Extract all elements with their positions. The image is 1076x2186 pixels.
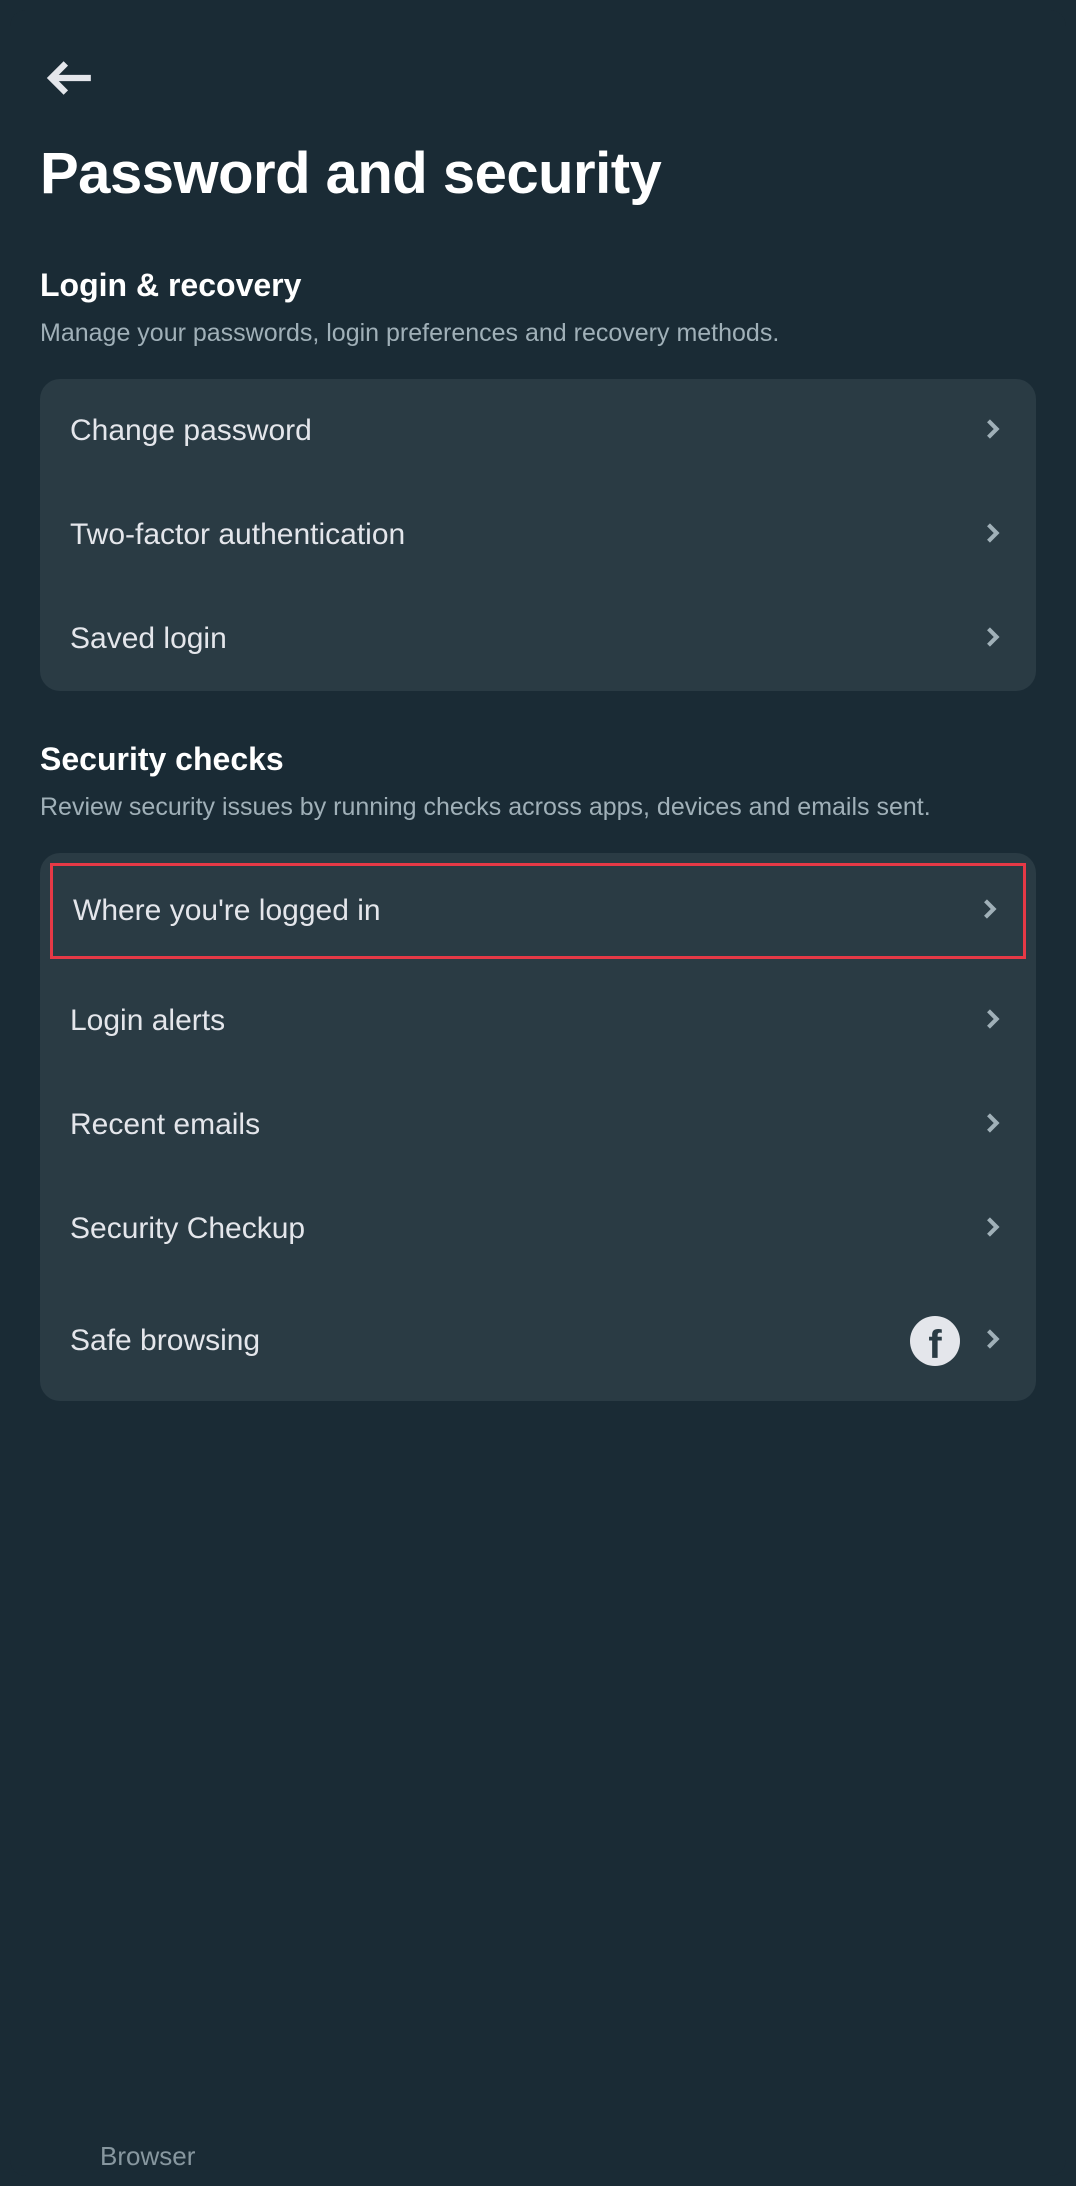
login-recovery-card: Change password Two-factor authenticatio…: [40, 379, 1036, 691]
chevron-right-icon: [975, 895, 1003, 928]
list-item-label: Security Checkup: [70, 1212, 305, 1246]
chevron-right-icon: [978, 1109, 1006, 1142]
item-recent-emails[interactable]: Recent emails: [40, 1073, 1036, 1177]
section-title: Security checks: [40, 741, 1036, 778]
list-item-label: Two-factor authentication: [70, 518, 405, 552]
item-login-alerts[interactable]: Login alerts: [40, 969, 1036, 1073]
list-item-label: Saved login: [70, 622, 227, 656]
item-change-password[interactable]: Change password: [40, 379, 1036, 483]
item-security-checkup[interactable]: Security Checkup: [40, 1177, 1036, 1281]
back-button[interactable]: [40, 50, 100, 110]
arrow-left-icon: [45, 53, 95, 108]
item-safe-browsing[interactable]: Safe browsing: [40, 1281, 1036, 1401]
list-item-label: Where you're logged in: [73, 894, 381, 928]
chevron-right-icon: [978, 519, 1006, 552]
list-item-label: Login alerts: [70, 1004, 225, 1038]
bottom-hint-text: Browser: [100, 2141, 195, 2172]
chevron-right-icon: [978, 1213, 1006, 1246]
settings-screen: Password and security Login & recovery M…: [10, 10, 1066, 2176]
chevron-right-icon: [978, 1325, 1006, 1358]
section-desc: Review security issues by running checks…: [40, 790, 1036, 825]
list-item-label: Safe browsing: [70, 1324, 260, 1358]
facebook-icon: [910, 1316, 960, 1366]
list-item-label: Recent emails: [70, 1108, 260, 1142]
list-item-label: Change password: [70, 414, 312, 448]
security-checks-card: Where you're logged in Login alerts Rece…: [40, 853, 1036, 1401]
section-desc: Manage your passwords, login preferences…: [40, 316, 1036, 351]
section-title: Login & recovery: [40, 267, 1036, 304]
item-saved-login[interactable]: Saved login: [40, 587, 1036, 691]
item-where-logged-in[interactable]: Where you're logged in: [50, 863, 1026, 959]
item-two-factor-auth[interactable]: Two-factor authentication: [40, 483, 1036, 587]
chevron-right-icon: [978, 623, 1006, 656]
page-title: Password and security: [40, 140, 1036, 207]
section-login-recovery: Login & recovery Manage your passwords, …: [40, 267, 1036, 691]
section-security-checks: Security checks Review security issues b…: [40, 741, 1036, 1401]
list-item-right: [910, 1316, 1006, 1366]
chevron-right-icon: [978, 415, 1006, 448]
chevron-right-icon: [978, 1005, 1006, 1038]
